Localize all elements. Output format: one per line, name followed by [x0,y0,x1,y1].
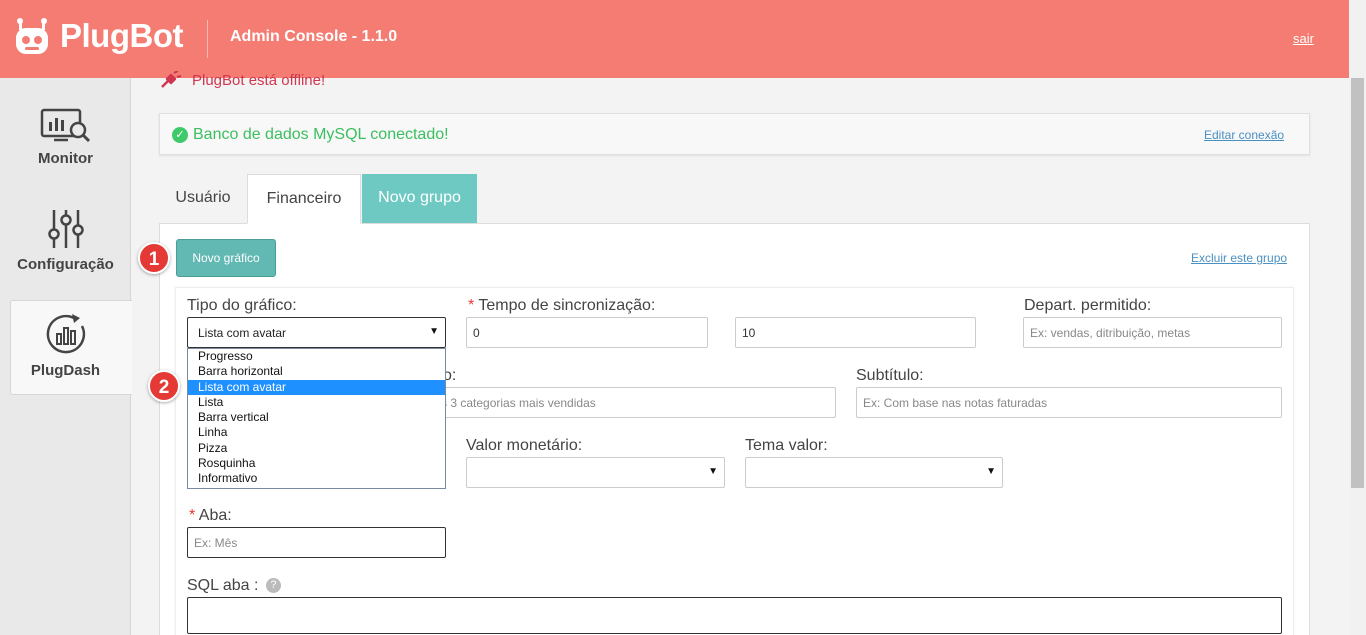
logout-link[interactable]: sair [1293,31,1314,46]
dropdown-option[interactable]: Linha [188,425,445,440]
tab-field-input[interactable]: Ex: Mês [187,527,446,558]
chart-type-label: Tipo do gráfico: [187,297,297,314]
tab-field-label: * Aba: [189,507,232,525]
subtitle-placeholder: Ex: Com base nas notas faturadas [863,396,1048,410]
subtitle-label: Subtítulo: [856,367,924,384]
tab-novo-grupo[interactable]: Novo grupo [362,174,477,224]
caret-down-icon: ▼ [986,466,996,477]
dropdown-option[interactable]: Rosquinha [188,456,445,471]
title-placeholder: s 3 categorias mais vendidas [441,396,596,410]
dropdown-option[interactable]: Lista [188,395,445,410]
required-mark: * [189,507,196,524]
new-chart-button[interactable]: Novo gráfico [176,239,276,277]
offline-text: PlugBot está offline! [192,71,326,89]
sidebar-item-monitor[interactable]: Monitor [0,108,131,167]
brand-name: PlugBot [60,17,183,54]
dropdown-option[interactable]: Barra horizontal [188,364,445,379]
tab-financeiro[interactable]: Financeiro [247,174,361,224]
sliders-icon [47,210,84,248]
top-header: PlugBot Admin Console - 1.1.0 sair [0,0,1366,78]
tab-field-label-text: Aba: [198,507,232,524]
delete-group-link[interactable]: Excluir este grupo [1191,251,1287,265]
department-label: Depart. permitido: [1024,297,1152,314]
dropdown-option[interactable]: Informativo [188,471,445,486]
sync-time-value: 0 [473,326,480,340]
subtitle-input[interactable]: Ex: Com base nas notas faturadas [856,387,1282,418]
tab-usuario[interactable]: Usuário [160,174,246,224]
brand-logo[interactable]: PlugBot [14,16,183,56]
sync-time-input[interactable]: 0 [466,317,708,348]
edit-connection-link[interactable]: Editar conexão [1204,128,1284,142]
sidebar: Monitor Configuração PlugDash [0,78,132,635]
step-badge-2: 2 [148,370,180,402]
console-title: Admin Console - 1.1.0 [230,28,398,45]
caret-down-icon: ▼ [708,466,718,477]
dropdown-option[interactable]: Lista com avatar [188,379,445,395]
sidebar-item-configuracao[interactable]: Configuração [0,208,131,273]
sidebar-item-label: PlugDash [30,362,101,379]
sidebar-item-plugdash[interactable]: PlugDash [0,312,131,379]
sync-interval-value: 10 [742,326,756,340]
currency-select[interactable]: ▼ [466,457,725,488]
dropdown-option[interactable]: Barra vertical [188,410,445,425]
scrollbar-thumb[interactable] [1351,78,1364,488]
title-input[interactable]: s 3 categorias mais vendidas [420,387,836,418]
chart-type-dropdown: Progresso Barra horizontal Lista com avata… [187,348,446,489]
tab-field-placeholder: Ex: Mês [194,536,238,550]
page-scrollbar[interactable] [1349,0,1366,635]
dropdown-option[interactable]: Pizza [188,441,445,456]
monitor-chart-icon [40,108,90,143]
required-mark: * [468,297,475,314]
sql-tab-textarea[interactable] [187,597,1282,634]
sync-time-label-text: Tempo de sincronização: [478,297,656,314]
offline-status: PlugBot está offline! [160,71,325,89]
dashboard-chart-icon [46,314,85,354]
currency-label: Valor monetário: [466,437,583,454]
db-status-bar: ✓ Banco de dados MySQL conectado! Editar… [159,113,1310,155]
sidebar-item-label: Monitor [38,150,93,167]
caret-down-icon: ▼ [429,326,439,337]
chart-type-value: Lista com avatar [198,326,287,340]
check-circle-icon: ✓ [172,127,188,143]
sync-time-label: * Tempo de sincronização: [468,297,655,315]
sql-tab-label: SQL aba : ? [187,577,281,595]
value-theme-select[interactable]: ▼ [745,457,1003,488]
sidebar-item-label: Configuração [17,256,114,273]
dropdown-option[interactable]: Progresso [188,349,445,364]
sync-interval-input[interactable]: 10 [735,317,976,348]
header-divider [207,20,208,58]
db-status-text: Banco de dados MySQL conectado! [193,126,449,143]
value-theme-label: Tema valor: [745,437,828,454]
department-input[interactable]: Ex: vendas, ditribuição, metas [1023,317,1282,348]
help-icon[interactable]: ? [265,578,281,594]
chart-type-select[interactable]: Lista com avatar ▼ [187,317,446,348]
robot-logo-icon [14,16,50,56]
sql-tab-label-text: SQL aba : [187,577,259,594]
unplugged-icon [161,71,182,88]
step-badge-1: 1 [138,242,170,274]
department-placeholder: Ex: vendas, ditribuição, metas [1030,326,1191,340]
